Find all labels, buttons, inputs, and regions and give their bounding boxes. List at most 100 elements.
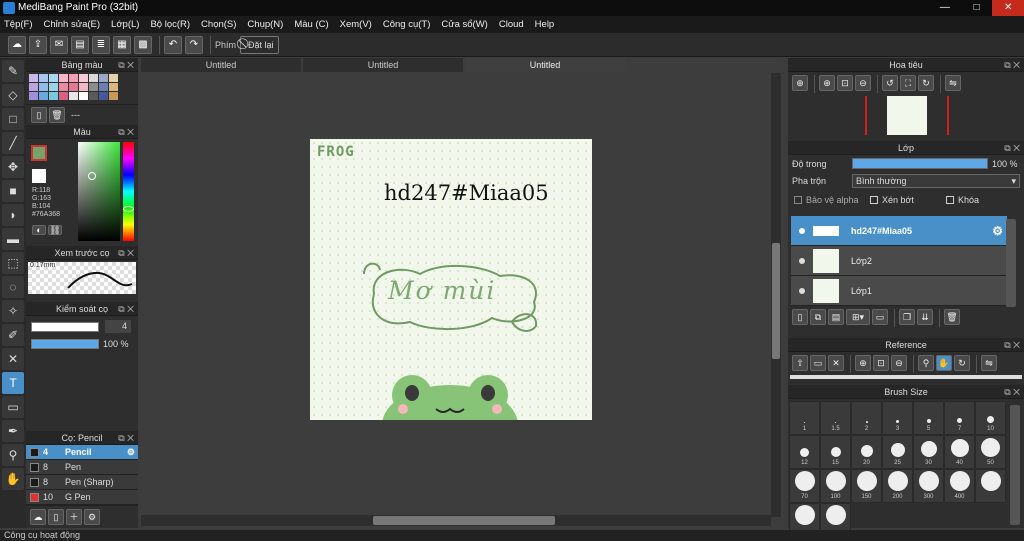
brush-size-value[interactable]: 4 [105, 320, 131, 333]
color-swatch[interactable] [59, 74, 68, 82]
tab-untitled-3[interactable]: Untitled [465, 58, 625, 72]
ref-zoom-out-icon[interactable]: ⊖ [891, 355, 907, 371]
shape-icon[interactable]: □ [2, 108, 24, 130]
hue-cursor[interactable] [123, 206, 134, 212]
new-palette-icon[interactable]: ▯ [31, 107, 47, 123]
brush-size-cell[interactable]: 7 [944, 401, 975, 435]
brush-row[interactable]: 10 G Pen [26, 490, 138, 505]
upload-icon[interactable]: ⇧ [792, 355, 808, 371]
brush-size-cell[interactable]: 1 [789, 401, 820, 435]
brush-size-cell[interactable]: 40 [944, 435, 975, 469]
share-icon[interactable]: ⇪ [29, 35, 47, 54]
layer-scrollbar[interactable] [1006, 219, 1016, 307]
color-swatch[interactable] [69, 83, 78, 91]
visibility-icon[interactable] [799, 287, 805, 294]
menu-help[interactable]: Help [535, 19, 555, 30]
panel-menu-icon[interactable]: ⧉ ✕ [118, 302, 134, 316]
panel-menu-icon[interactable]: ⧉ ✕ [1004, 385, 1020, 399]
brush-size-slider[interactable] [31, 321, 99, 332]
layer-row[interactable]: Lớp1 [791, 276, 1007, 306]
delete-layer-icon[interactable]: 🗑 [944, 309, 960, 325]
color-swatch[interactable] [89, 83, 98, 91]
document-icon[interactable]: ▤ [71, 35, 89, 54]
color-swatch[interactable] [39, 92, 48, 100]
primary-color-swatch[interactable] [31, 145, 47, 161]
clip-checkbox[interactable] [870, 196, 878, 204]
fill-rect-icon[interactable]: ■ [2, 180, 24, 202]
color-swatch[interactable] [49, 74, 58, 82]
color-swatch[interactable] [109, 74, 118, 82]
grid-icon[interactable]: ▩ [134, 35, 152, 54]
zoom-in-2-icon[interactable]: ⊕ [819, 75, 835, 91]
color-swatch[interactable] [89, 92, 98, 100]
brush-size-cell[interactable]: 400 [944, 469, 975, 503]
panel-menu-icon[interactable]: ⧉ ✕ [118, 246, 134, 260]
menu-color[interactable]: Màu (C) [294, 19, 328, 30]
brush-cloud-icon[interactable]: ☁ [30, 509, 46, 525]
brush-add-icon[interactable]: ＋ [66, 509, 82, 525]
alpha-protect-checkbox[interactable] [794, 196, 802, 204]
color-swatch[interactable] [49, 83, 58, 91]
copy-layer-icon[interactable]: ⧉ [810, 309, 826, 325]
color-swatch[interactable] [109, 83, 118, 91]
ref-rotate-icon[interactable]: ↻ [954, 355, 970, 371]
move-icon[interactable]: ✥ [2, 156, 24, 178]
brush-size-cell[interactable]: 200 [882, 469, 913, 503]
picker-cursor[interactable] [88, 172, 96, 180]
brush-settings-icon[interactable]: ⚙ [84, 509, 100, 525]
panel-menu-icon[interactable]: ⧉ ✕ [118, 125, 134, 139]
brush-size-cell[interactable]: 20 [851, 435, 882, 469]
color-link-icon[interactable]: ⛓ [48, 225, 62, 235]
brush-size-cell[interactable]: 30 [913, 435, 944, 469]
menu-layer[interactable]: Lớp(L) [111, 19, 139, 30]
color-swatch[interactable] [109, 92, 118, 100]
folder-icon[interactable]: ▭ [872, 309, 888, 325]
ref-flip-icon[interactable]: ⇋ [981, 355, 997, 371]
rotate-right-icon[interactable]: ↻ [918, 75, 934, 91]
fit-icon[interactable]: ⊡ [837, 75, 853, 91]
undo-icon[interactable]: ↶ [164, 35, 182, 54]
panel-menu-icon[interactable]: ⧉ ✕ [118, 431, 134, 445]
panel-menu-icon[interactable]: ⧉ ✕ [1004, 58, 1020, 72]
saturation-value-picker[interactable] [78, 142, 120, 241]
layer-row[interactable]: hd247#Miaa05 ⚙ [791, 216, 1007, 246]
color-swatch[interactable] [79, 74, 88, 82]
eyedropper-icon[interactable]: ⚲ [2, 444, 24, 466]
rotate-left-icon[interactable]: ↺ [882, 75, 898, 91]
duplicate-icon[interactable]: ❐ [899, 309, 915, 325]
select-eraser-icon[interactable]: ✕ [2, 348, 24, 370]
menu-window[interactable]: Cửa sổ(W) [441, 19, 487, 30]
brush-size-cell[interactable]: 10 [975, 401, 1006, 435]
brush-row[interactable]: 4 Pencil ⚙ [26, 445, 138, 460]
close-button[interactable]: ✕ [992, 0, 1024, 16]
brush-size-scrollbar[interactable] [1010, 405, 1020, 525]
list-icon[interactable]: ≣ [92, 35, 110, 54]
pen-tool-icon[interactable]: ✒ [2, 420, 24, 442]
line-icon[interactable]: ╱ [2, 132, 24, 154]
hue-slider[interactable] [123, 142, 134, 241]
menu-select[interactable]: Chọn(S) [201, 19, 236, 30]
canvas-area[interactable]: Untitled Untitled Untitled FROG hd247#Mi… [141, 58, 783, 528]
brush-size-cell[interactable]: 2 [851, 401, 882, 435]
brush-size-cell[interactable]: 100 [820, 469, 851, 503]
visibility-icon[interactable] [799, 257, 805, 264]
brush-size-cell[interactable]: 70 [789, 469, 820, 503]
eraser-icon[interactable]: ◇ [2, 84, 24, 106]
minimize-button[interactable]: — [929, 0, 961, 16]
color-swatch[interactable] [69, 74, 78, 82]
settings-list-icon[interactable]: ▦ [113, 35, 131, 54]
brush-size-cell[interactable]: 3 [882, 401, 913, 435]
bucket-icon[interactable]: ◗ [2, 204, 24, 226]
color-swatch[interactable] [29, 83, 38, 91]
magic-wand-icon[interactable]: ✧ [2, 300, 24, 322]
panel-menu-icon[interactable]: ⧉ ✕ [118, 58, 134, 72]
divide-icon[interactable]: ▭ [2, 396, 24, 418]
gear-icon[interactable]: ⚙ [992, 224, 1003, 238]
menu-file[interactable]: Tệp(F) [4, 19, 33, 30]
text-icon[interactable]: T [2, 372, 24, 394]
layer-opacity-slider[interactable] [852, 158, 988, 169]
brush-size-cell[interactable]: 12 [789, 435, 820, 469]
brush-size-cell[interactable]: 5 [913, 401, 944, 435]
reset-button[interactable]: ⃠ Đặt lại [240, 35, 279, 54]
gradient-icon[interactable]: ▬ [2, 228, 24, 250]
